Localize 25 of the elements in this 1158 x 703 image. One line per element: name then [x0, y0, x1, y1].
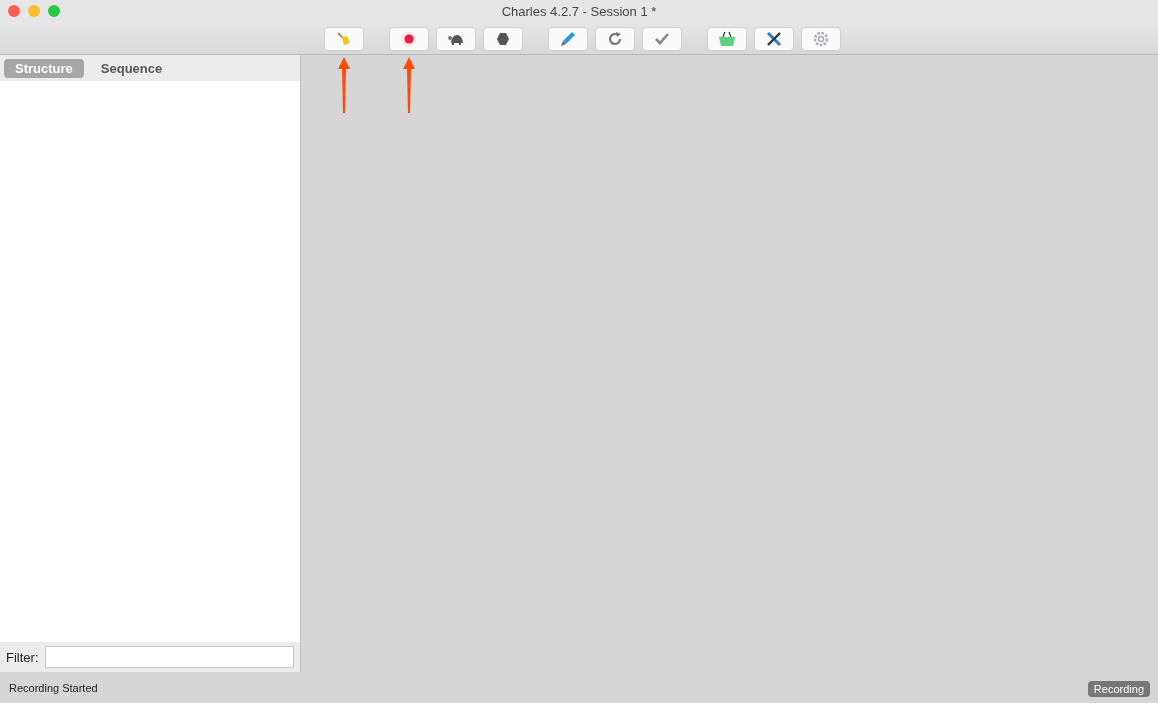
tools-icon [764, 30, 783, 48]
settings-button[interactable] [800, 27, 841, 51]
refresh-icon [606, 31, 623, 47]
clear-button[interactable] [323, 27, 364, 51]
window-title: Charles 4.2.7 - Session 1 * [501, 3, 657, 19]
filter-field[interactable] [44, 646, 294, 668]
hexagon-icon [495, 32, 510, 46]
check-icon [653, 32, 670, 46]
toolbar-button[interactable] [435, 27, 476, 51]
close-icon[interactable] [8, 5, 20, 17]
turtle-icon [446, 32, 465, 46]
toolbar-button[interactable] [753, 27, 794, 51]
gear-icon [812, 31, 829, 47]
broom-icon [335, 31, 352, 47]
recording-badge: Recording [1087, 680, 1150, 697]
toolbar-button[interactable] [482, 27, 523, 51]
toolbar-button[interactable] [594, 27, 635, 51]
basket-icon [717, 31, 736, 47]
status-message: Recording Started [9, 681, 98, 694]
filter-label: Filter: [6, 649, 39, 665]
tab[interactable]: Sequence [89, 58, 174, 78]
zoom-icon[interactable] [48, 5, 60, 17]
record-button[interactable] [388, 27, 429, 51]
pen-icon [559, 31, 576, 47]
record-icon [400, 31, 417, 47]
